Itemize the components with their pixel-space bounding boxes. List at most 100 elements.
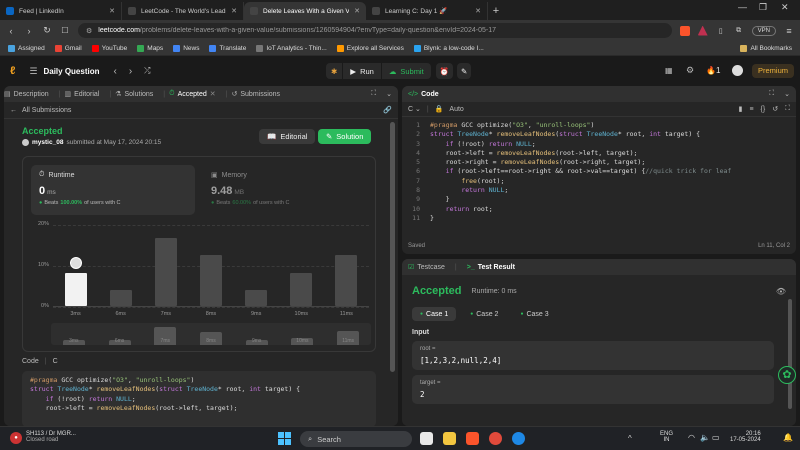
notes-button[interactable]: ✎ bbox=[457, 63, 472, 79]
wifi-icon[interactable]: ◠ bbox=[688, 433, 695, 442]
bookmark-item[interactable]: Gmail bbox=[54, 44, 82, 52]
language-indicator[interactable]: ENG IN bbox=[660, 431, 673, 443]
bookmark-item[interactable]: Translate bbox=[209, 44, 246, 52]
brave-icon[interactable] bbox=[466, 432, 479, 445]
taskbar-search[interactable]: ⌕ Search bbox=[300, 431, 412, 447]
forward-icon[interactable]: › bbox=[24, 26, 34, 36]
premium-button[interactable]: Premium bbox=[752, 64, 795, 78]
all-submissions-link[interactable]: All Submissions bbox=[22, 107, 71, 114]
browser-tab[interactable]: Delete Leaves With a Given Valu ✕ bbox=[244, 2, 366, 20]
code-tab[interactable]: Code bbox=[421, 91, 439, 98]
eye-icon[interactable]: 👁 bbox=[776, 287, 786, 296]
tab-submissions[interactable]: ↺ Submissions bbox=[231, 90, 280, 99]
code-line[interactable]: return root; bbox=[430, 205, 731, 214]
code-line[interactable]: if (root->left==root->right && root->val… bbox=[430, 167, 732, 176]
address-bar[interactable]: ⚙ leetcode.com/problems/delete-leaves-wi… bbox=[78, 23, 672, 38]
new-tab-button[interactable]: + bbox=[488, 2, 504, 20]
battery-icon[interactable]: ▭ bbox=[712, 433, 720, 442]
chart-bar[interactable] bbox=[109, 289, 132, 306]
settings-icon[interactable]: ⚙ bbox=[686, 65, 694, 76]
site-info-icon[interactable]: ⚙ bbox=[86, 27, 92, 35]
memory-box[interactable]: ▣ Memory 9.48 MB ● Beats 60.00% of users … bbox=[203, 165, 367, 215]
file-explorer-icon[interactable] bbox=[443, 432, 456, 445]
auto-mode-label[interactable]: Auto bbox=[449, 106, 463, 113]
maximize-icon[interactable]: ❐ bbox=[759, 2, 767, 13]
bookmark-item[interactable]: News bbox=[173, 44, 199, 52]
task-view-icon[interactable] bbox=[420, 432, 433, 445]
bookmark-page-icon[interactable]: ☐ bbox=[60, 26, 70, 35]
collapse-editor-icon[interactable]: ⌄ bbox=[784, 90, 790, 98]
code-line[interactable]: return NULL; bbox=[430, 186, 731, 195]
chart-bar[interactable] bbox=[290, 273, 313, 306]
code-line[interactable]: } bbox=[430, 195, 731, 204]
username[interactable]: mystic_08 bbox=[32, 139, 63, 146]
close-tab-icon[interactable]: ✕ bbox=[475, 7, 481, 15]
vpn-button[interactable]: VPN bbox=[751, 25, 776, 36]
rewards-icon[interactable] bbox=[697, 25, 708, 36]
close-tab-icon[interactable]: ✕ bbox=[109, 7, 115, 15]
code-line[interactable]: root->left = removeLeafNodes(root->left,… bbox=[430, 149, 731, 158]
panel-maximize-icon[interactable]: ⛶ bbox=[371, 90, 376, 98]
code-line[interactable]: root->right = removeLeafNodes(root->righ… bbox=[430, 158, 731, 167]
browser-tab[interactable]: Learning C: Day 1 🚀 ✕ bbox=[366, 2, 488, 20]
avatar[interactable] bbox=[732, 65, 743, 76]
back-arrow-icon[interactable]: ← bbox=[10, 107, 17, 114]
code-line[interactable]: #pragma GCC optimize("O3", "unroll-loops… bbox=[430, 121, 731, 130]
panel-collapse-icon[interactable]: ⌄ bbox=[386, 90, 392, 98]
solution-button[interactable]: ✎ Solution bbox=[318, 129, 372, 144]
runtime-box[interactable]: ⏱ Runtime 0 ms ● Beats 100.00% of users w… bbox=[31, 165, 195, 215]
problem-list-icon[interactable]: ☰ bbox=[29, 66, 37, 77]
reset-icon[interactable]: ↺ bbox=[772, 105, 778, 113]
back-icon[interactable]: ‹ bbox=[6, 26, 16, 36]
brave-shield-icon[interactable] bbox=[679, 25, 690, 36]
expand-icon[interactable]: ⛶ bbox=[785, 105, 790, 113]
browser-tab[interactable]: LeetCode - The World's Leading Onl ✕ bbox=[122, 2, 244, 20]
right-scrollbar[interactable] bbox=[788, 299, 792, 409]
code-line[interactable]: if (!root) return NULL; bbox=[430, 140, 731, 149]
reload-icon[interactable]: ↻ bbox=[42, 25, 52, 36]
debug-button[interactable]: ✱ bbox=[326, 63, 343, 79]
prev-question-icon[interactable]: ‹ bbox=[113, 66, 116, 77]
case-tab[interactable]: ● Case 2 bbox=[462, 307, 506, 321]
tab-description[interactable]: ▤ Description bbox=[4, 90, 49, 99]
shuffle-icon[interactable]: ⤮ bbox=[144, 66, 150, 76]
bookmark-item[interactable]: Assigned bbox=[8, 44, 45, 52]
test-result-tab[interactable]: >_ Test Result bbox=[467, 264, 515, 271]
volume-icon[interactable]: 🔈 bbox=[700, 433, 710, 442]
your-submission-marker[interactable] bbox=[69, 257, 82, 270]
next-question-icon[interactable]: › bbox=[129, 66, 132, 77]
start-button[interactable] bbox=[278, 432, 291, 445]
close-tab-icon[interactable]: ✕ bbox=[354, 7, 360, 15]
bookmark-item[interactable]: YouTube bbox=[91, 44, 127, 52]
maximize-editor-icon[interactable]: ⛶ bbox=[769, 90, 774, 98]
tab-editorial[interactable]: ▥ Editorial bbox=[64, 90, 99, 99]
sidebar-icon[interactable]: ▯ bbox=[716, 27, 726, 35]
chart-bar[interactable] bbox=[200, 254, 222, 306]
bookmark-item[interactable]: IoT Analytics - Thin... bbox=[256, 44, 327, 52]
close-window-icon[interactable]: ✕ bbox=[781, 2, 789, 13]
extensions-icon[interactable]: ⧉ bbox=[734, 27, 744, 35]
editor-code[interactable]: #pragma GCC optimize("O3", "unroll-loops… bbox=[424, 121, 731, 223]
daily-question-title[interactable]: Daily Question bbox=[43, 67, 99, 76]
case-tab[interactable]: ● Case 3 bbox=[512, 307, 556, 321]
menu-icon[interactable]: ≡ bbox=[784, 26, 794, 36]
weather-widget[interactable]: ● SH113 / Dr MGR... Closed road bbox=[10, 431, 76, 444]
streak-counter[interactable]: 🔥1 bbox=[706, 66, 720, 75]
case-tab[interactable]: ● Case 1 bbox=[412, 307, 457, 321]
clock[interactable]: 20:16 17-05-2024 bbox=[730, 431, 761, 443]
code-line[interactable]: struct TreeNode* removeLeafNodes(struct … bbox=[430, 130, 731, 139]
edge-icon[interactable] bbox=[512, 432, 525, 445]
code-line[interactable]: } bbox=[430, 214, 731, 223]
format-icon[interactable]: ≡ bbox=[749, 106, 753, 113]
close-tab-icon[interactable]: ✕ bbox=[231, 7, 237, 15]
editorial-button[interactable]: 📖 Editorial bbox=[259, 129, 316, 144]
runtime-distribution-chart[interactable]: 20% 10% 0% 3ms 6ms 7ms 8ms 9ms 10ms 11ms 3ms 6ms 7… bbox=[23, 219, 377, 353]
left-scrollbar[interactable] bbox=[390, 122, 395, 372]
chrome-icon[interactable] bbox=[489, 432, 502, 445]
close-tab-icon[interactable]: ✕ bbox=[210, 90, 216, 98]
bookmark-item[interactable]: Maps bbox=[137, 44, 163, 52]
notification-icon[interactable]: 🔔 bbox=[783, 433, 793, 442]
bookmark-item[interactable]: Explore all Services bbox=[336, 44, 404, 52]
submit-button[interactable]: ☁ Submit bbox=[381, 63, 431, 79]
tab-solutions[interactable]: ⚗ Solutions bbox=[115, 90, 153, 99]
